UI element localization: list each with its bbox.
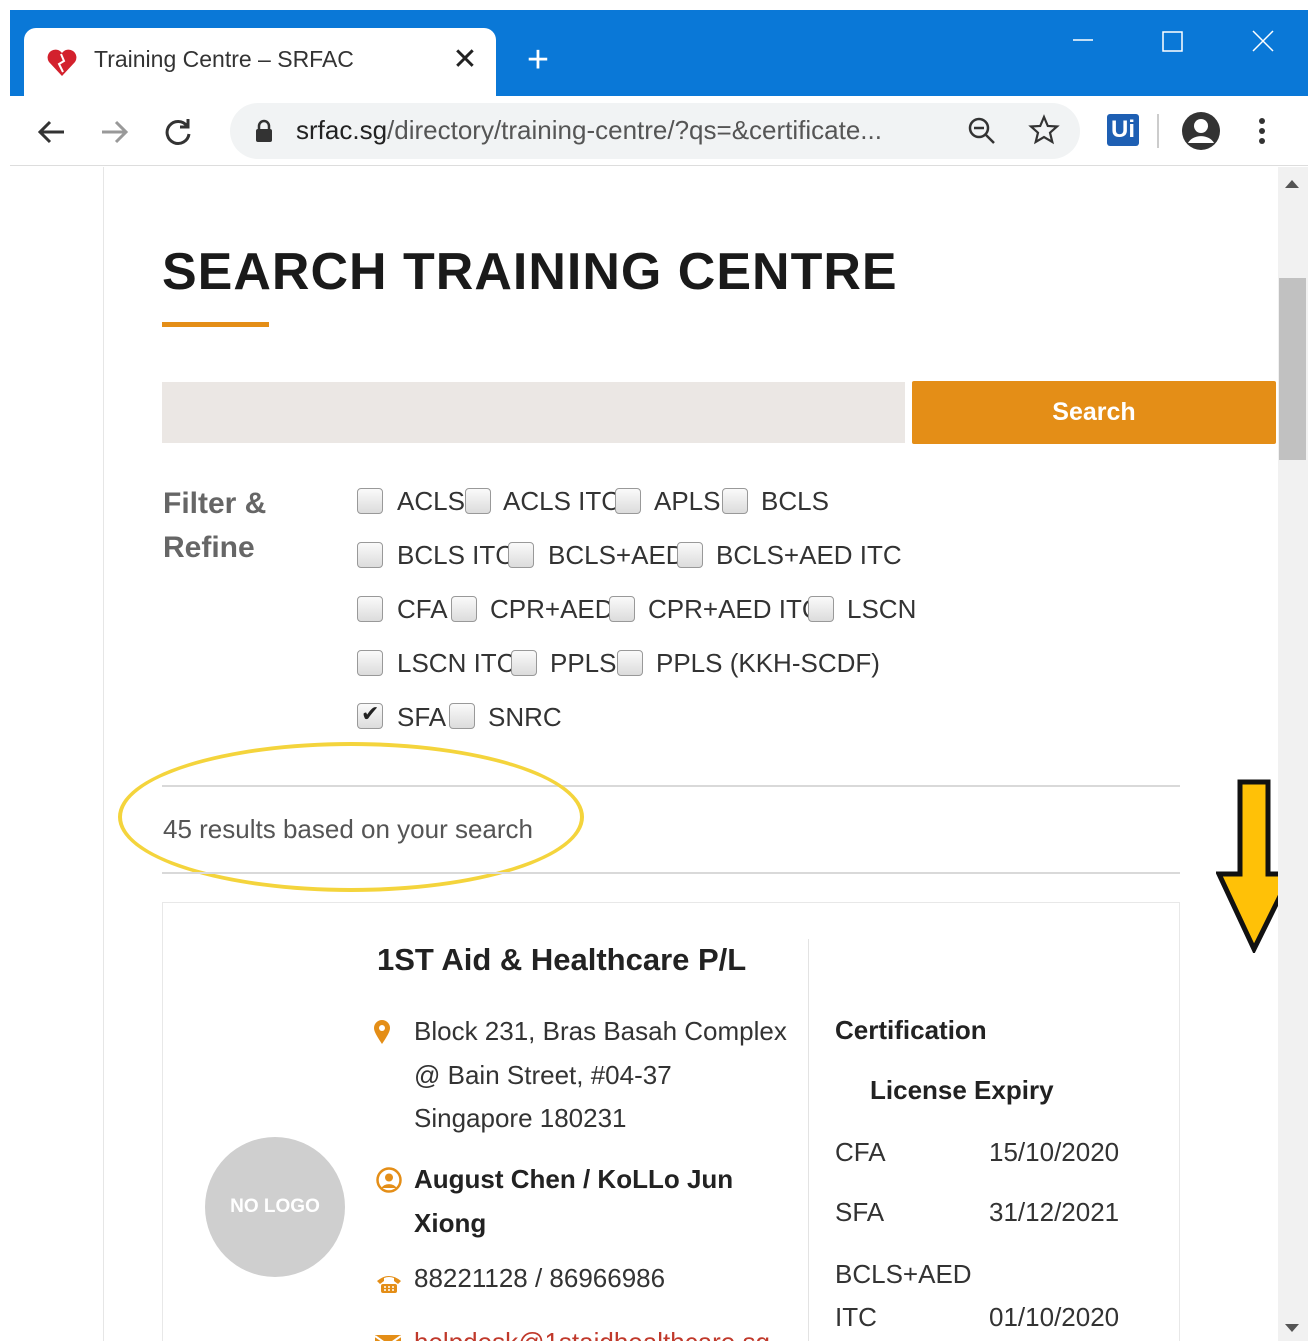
checkbox-sfa[interactable] [357, 701, 383, 729]
address-bar[interactable]: srfac.sg/directory/training-centre/?qs=&… [230, 103, 1080, 159]
checkbox-bcls-aed[interactable] [508, 542, 534, 568]
minimize-icon[interactable] [1063, 22, 1103, 62]
filter-refine-label: Filter & Refine [163, 487, 267, 564]
checkbox-bcls[interactable] [722, 488, 748, 514]
checkbox-label-ppls-kkh-scdf: PPLS (KKH-SCDF) [656, 648, 880, 678]
menu-kebab-icon[interactable] [1250, 113, 1274, 149]
email-envelope-icon [374, 1335, 402, 1341]
centre-address: Block 231, Bras Basah Complex @ Bain Str… [414, 1016, 787, 1133]
checkbox-label-acls-itc: ACLS ITC [503, 486, 621, 516]
checkbox-label-bcls-itc: BCLS ITC [397, 540, 515, 570]
page-viewport: SEARCH TRAINING CENTRE Search Filter & R… [0, 167, 1278, 1341]
checkbox-label-sfa: SFA [397, 702, 447, 732]
contact-person: August Chen / KoLLo Jun Xiong [414, 1164, 734, 1238]
back-arrow-icon[interactable] [34, 114, 70, 150]
contact-email-link[interactable]: helpdesk@1staidhealthcare.sg [414, 1327, 770, 1341]
checkbox-snrc[interactable] [449, 703, 475, 729]
checkbox-label-snrc: SNRC [488, 702, 562, 732]
title-underline [162, 322, 269, 327]
checkbox-label-cpr-aed-itc: CPR+AED ITC [648, 594, 821, 624]
browser-toolbar: srfac.sg/directory/training-centre/?qs=&… [10, 96, 1308, 166]
centre-name[interactable]: 1ST Aid & Healthcare P/L [377, 942, 746, 978]
checkbox-label-apls: APLS [654, 486, 721, 516]
location-pin-icon [374, 1020, 390, 1044]
checkbox-label-bcls: BCLS [761, 486, 829, 516]
scroll-down-arrow-annotation [1216, 779, 1278, 953]
checkbox-label-acls: ACLS [397, 486, 465, 516]
tab-close-icon[interactable]: ✕ [450, 42, 480, 78]
scrollbar-thumb[interactable] [1279, 278, 1306, 460]
checkbox-label-bcls-aed-itc: BCLS+AED ITC [716, 540, 902, 570]
url-text: srfac.sg/directory/training-centre/?qs=&… [296, 115, 882, 145]
checkbox-lscn[interactable] [808, 596, 834, 622]
contact-phone: 88221128 / 86966986 [414, 1263, 666, 1293]
checkbox-label-ppls: PPLS [550, 648, 617, 678]
checkbox-bcls-itc[interactable] [357, 542, 383, 568]
no-logo-placeholder: NO LOGO [205, 1137, 345, 1277]
forward-arrow-icon[interactable] [96, 114, 132, 150]
checkbox-label-bcls-aed: BCLS+AED [548, 540, 685, 570]
checkbox-ppls-kkh-scdf[interactable] [617, 650, 643, 676]
search-button[interactable]: Search [912, 381, 1276, 444]
results-bottom-divider [162, 872, 1180, 874]
maximize-icon[interactable] [1153, 22, 1193, 62]
new-tab-button[interactable]: + [520, 41, 556, 79]
checkbox-acls-itc[interactable] [465, 488, 491, 514]
highlight-ellipse-annotation [118, 742, 584, 892]
checkbox-label-lscn: LSCN [847, 594, 917, 624]
certification-heading: Certification [835, 1015, 987, 1045]
checkbox-cfa[interactable] [357, 596, 383, 622]
bookmark-star-icon[interactable] [1028, 114, 1060, 146]
heart-favicon-icon [47, 49, 77, 76]
profile-avatar-icon[interactable] [1181, 111, 1221, 151]
checkbox-bcls-aed-itc[interactable] [677, 542, 703, 568]
close-window-icon[interactable] [1243, 22, 1283, 62]
checkbox-label-lscn-itc: LSCN ITC [397, 648, 516, 678]
reload-icon[interactable] [160, 114, 196, 150]
checkbox-cpr-aed[interactable] [451, 596, 477, 622]
cert-name: CFA [835, 1137, 886, 1167]
lock-icon [256, 119, 272, 142]
cert-name: BCLS+AED ITC [835, 1259, 972, 1332]
cert-name: SFA [835, 1197, 885, 1227]
cert-expiry: 01/10/2020 [989, 1302, 1120, 1332]
page-title: SEARCH TRAINING CENTRE [162, 243, 898, 301]
telephone-icon [377, 1276, 401, 1293]
tab-title: Training Centre – SRFAC [94, 46, 354, 72]
uipath-extension-icon[interactable]: Ui [1107, 114, 1139, 146]
checkbox-label-cpr-aed: CPR+AED [490, 594, 614, 624]
checkbox-label-cfa: CFA [397, 594, 448, 624]
toolbar-divider [1157, 114, 1159, 148]
card-column-divider [808, 939, 809, 1341]
checkbox-lscn-itc[interactable] [357, 650, 383, 676]
scroll-up-icon[interactable] [1282, 176, 1302, 192]
search-input[interactable] [162, 382, 905, 443]
cert-expiry: 15/10/2020 [989, 1137, 1120, 1167]
license-expiry-heading: License Expiry [870, 1075, 1054, 1105]
user-icon [376, 1167, 402, 1193]
checkbox-apls[interactable] [615, 488, 641, 514]
checkbox-ppls[interactable] [511, 650, 537, 676]
checkbox-cpr-aed-itc[interactable] [609, 596, 635, 622]
browser-tab[interactable]: Training Centre – SRFAC ✕ [24, 28, 496, 96]
scroll-down-icon[interactable] [1282, 1320, 1302, 1336]
cert-expiry: 31/12/2021 [989, 1197, 1120, 1227]
checkbox-acls[interactable] [357, 488, 383, 514]
zoom-icon[interactable] [966, 115, 998, 147]
